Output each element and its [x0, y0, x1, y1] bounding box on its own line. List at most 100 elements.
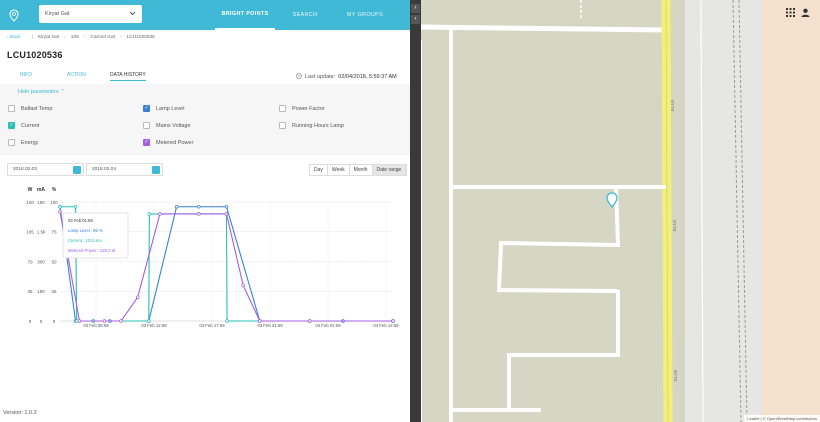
checkbox[interactable]: [143, 122, 150, 129]
param-label: Lamp Level: [156, 105, 185, 112]
date-from-value: 2018.02.03: [13, 167, 38, 172]
range-week-button[interactable]: Week: [327, 165, 350, 175]
range-month-button[interactable]: Month: [349, 165, 373, 175]
param-ballast-temp[interactable]: Ballast Temp: [8, 105, 52, 112]
breadcrumb: ‹ Back | Kiryat Gat › 105 › Carmel Gat ›…: [0, 30, 410, 44]
map-attribution[interactable]: Leaflet | © OpenStreetMap contributors: [744, 415, 820, 422]
location-select-value: Kiryat Gat: [45, 11, 70, 17]
back-button[interactable]: ‹ Back: [7, 35, 21, 40]
tab-data-history[interactable]: DATA HISTORY: [110, 72, 146, 81]
date-from-field[interactable]: 2018.02.03: [7, 163, 84, 176]
date-to-field[interactable]: 2018.02.04: [86, 163, 163, 176]
range-day-button[interactable]: Day: [310, 165, 328, 175]
x-tick-label: 04 Feb 02:59: [315, 323, 341, 328]
calendar-icon[interactable]: [152, 166, 160, 174]
param-label: Running Hours Lamp: [292, 122, 344, 129]
breadcrumb-item[interactable]: Carmel Gat: [90, 35, 115, 40]
device-title: LCU1020536: [7, 50, 63, 60]
calendar-icon[interactable]: [73, 166, 81, 174]
checkbox[interactable]: [8, 139, 15, 146]
street-label: BYTE: [672, 220, 677, 232]
panel-divider[interactable]: › ‹: [410, 0, 421, 422]
date-to-value: 2018.02.04: [92, 167, 117, 172]
app-panel: Kiryat Gat BRIGHT POINTS SEARCH MY GROUP…: [0, 0, 410, 422]
street-label: BYTE: [673, 370, 678, 382]
x-tick-label: 03 Feb 12:59: [141, 323, 167, 328]
nav-tab-my-groups[interactable]: MY GROUPS: [338, 0, 392, 30]
series-point: [147, 319, 151, 323]
map-view[interactable]: BYTE BYTE BYTE Leaflet | © OpenStreetMap…: [421, 0, 820, 422]
breadcrumb-separator: |: [31, 34, 33, 40]
y-tick-label: 1.5k: [37, 230, 46, 235]
axis-unit-label: W: [28, 187, 33, 193]
y-tick-label: 0: [40, 319, 43, 324]
checkbox-checked[interactable]: ✓: [143, 105, 150, 112]
param-label: Power Factor: [292, 105, 325, 112]
y-tick-label: 75: [51, 230, 57, 235]
last-update-value: 02/04/2018, 5:59:37 AM: [338, 74, 397, 80]
breadcrumb-separator: ›: [119, 34, 122, 40]
history-chart-svg: WmA %140 150 100105 1.5k 7570 300 5035 150 250 0 00…: [26, 187, 399, 328]
series-point: [224, 212, 229, 216]
y-tick-label: 105: [26, 230, 34, 235]
tooltip-line: Current : 1014 mA: [68, 238, 102, 243]
series-point: [77, 319, 82, 323]
collapse-left-icon[interactable]: ‹: [411, 15, 420, 24]
series-point: [174, 205, 179, 209]
series-point: [391, 319, 395, 323]
nav-tab-bright-points[interactable]: BRIGHT POINTS: [215, 0, 275, 30]
map-tools: [786, 8, 810, 19]
last-update-label: Last update:: [305, 74, 336, 80]
series-point: [197, 205, 201, 209]
breadcrumb-item[interactable]: Kiryat Gat: [38, 35, 59, 40]
y-tick-label: 35: [27, 289, 33, 294]
param-lamp-level[interactable]: ✓ Lamp Level: [143, 105, 184, 112]
hide-parameters-toggle[interactable]: Hide parameters ⌃: [18, 89, 65, 95]
range-date-range-button[interactable]: Date range: [372, 165, 407, 175]
breadcrumb-separator: ›: [64, 34, 66, 40]
series-point: [224, 205, 229, 209]
param-power-factor[interactable]: Power Factor: [279, 105, 325, 112]
y-tick-label: 0: [29, 319, 32, 324]
x-tick-label: 03 Feb 17:59: [199, 323, 225, 328]
series-point: [308, 319, 312, 323]
param-label: Ballast Temp: [21, 105, 53, 112]
map-tiles: BYTE BYTE BYTE: [421, 0, 820, 422]
version-label: Version: 1.0.2: [3, 410, 37, 416]
checkbox[interactable]: [279, 122, 286, 129]
param-running-hours-lamp[interactable]: Running Hours Lamp: [279, 122, 344, 129]
y-tick-label: 150: [37, 289, 45, 294]
param-energy[interactable]: Energy: [8, 139, 38, 146]
tab-action[interactable]: ACTION: [67, 72, 86, 78]
history-chart: WmA% 140 150 100 105 1.5k 75 70 300 50 35 150 25 0 0 0 0…: [0, 180, 410, 330]
breadcrumb-item[interactable]: 105: [71, 35, 79, 40]
series-point: [58, 209, 62, 214]
location-pin-icon[interactable]: [0, 0, 28, 30]
series-point: [102, 319, 107, 323]
tooltip-line: Metered Power : 129.2 W: [68, 248, 116, 253]
checkbox[interactable]: [8, 105, 15, 112]
y-tick-label: 150: [37, 200, 45, 205]
checkbox-checked[interactable]: ✓: [8, 122, 15, 129]
y-tick-label: 100: [50, 200, 58, 205]
param-mains-voltage[interactable]: Mains Voltage: [143, 122, 191, 129]
param-current[interactable]: ✓ Current: [8, 122, 39, 129]
back-label: Back: [9, 34, 21, 40]
checkbox-checked[interactable]: ✓: [143, 139, 150, 146]
grid-apps-icon[interactable]: [786, 8, 795, 19]
collapse-right-icon[interactable]: ›: [411, 4, 420, 13]
breadcrumb-item-current: LCU1020536: [126, 34, 155, 40]
checkbox[interactable]: [279, 105, 286, 112]
param-label: Current: [21, 122, 40, 129]
tab-info[interactable]: INFO: [20, 72, 32, 78]
series-point: [74, 319, 79, 323]
param-metered-power[interactable]: ✓ Metered Power: [143, 139, 193, 146]
x-tick-label: 04 Feb 12:59: [373, 323, 399, 328]
tooltip-line: 03 Feb 01:59: [68, 218, 93, 223]
user-icon[interactable]: [801, 8, 810, 19]
param-label: Metered Power: [156, 139, 194, 146]
nav-tab-search[interactable]: SEARCH: [279, 0, 331, 30]
hide-parameters-label: Hide parameters: [18, 89, 59, 95]
series-point: [58, 205, 62, 209]
location-select[interactable]: Kiryat Gat: [39, 5, 142, 23]
